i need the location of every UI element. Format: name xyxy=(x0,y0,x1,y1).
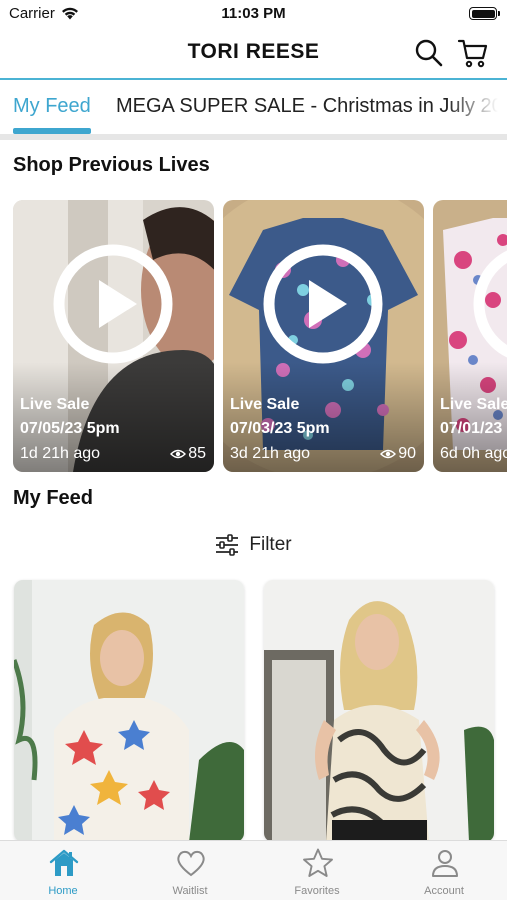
tab-favorites[interactable]: Favorites xyxy=(254,841,380,900)
product-image xyxy=(14,580,244,842)
battery-icon xyxy=(469,7,500,20)
bottom-tab-bar: Home Waitlist Favorites Account xyxy=(0,840,507,900)
live-card[interactable]: Live Sale 07/03/23 5pm 3d 21h ago 90 xyxy=(223,200,424,472)
tab-account-label: Account xyxy=(424,885,464,897)
tab-waitlist[interactable]: Waitlist xyxy=(127,841,253,900)
lives-carousel[interactable]: Live Sale 07/05/23 5pm 1d 21h ago 85 Liv… xyxy=(13,200,507,472)
tab-mega-super-sale[interactable]: MEGA SUPER SALE - Christmas in July 2023 xyxy=(116,95,507,118)
tab-home-label: Home xyxy=(48,885,78,897)
filter-sliders-icon xyxy=(216,534,239,556)
filter-label: Filter xyxy=(249,534,292,555)
product-card[interactable] xyxy=(14,580,244,842)
eye-icon xyxy=(170,449,187,459)
view-count-value: 90 xyxy=(398,445,416,462)
live-ago: 3d 21h ago xyxy=(230,445,311,462)
live-label: Live Sale xyxy=(230,396,300,413)
feed-tabs: My Feed MEGA SUPER SALE - Christmas in J… xyxy=(0,80,507,136)
view-count: 90 xyxy=(380,445,416,463)
app-header: TORI REESE xyxy=(0,28,507,78)
clock: 11:03 PM xyxy=(221,5,286,22)
product-card[interactable] xyxy=(264,580,494,842)
star-icon xyxy=(303,848,333,877)
play-icon[interactable] xyxy=(52,243,174,365)
live-label: Live Sale xyxy=(440,396,507,413)
status-bar: Carrier 11:03 PM xyxy=(0,0,507,28)
home-icon xyxy=(49,849,79,876)
tab-account[interactable]: Account xyxy=(381,841,507,900)
live-date: 07/01/23 xyxy=(440,420,503,437)
feed-section-title: My Feed xyxy=(13,487,94,509)
live-card[interactable]: Live Sale 07/05/23 5pm 1d 21h ago 85 xyxy=(13,200,214,472)
play-icon[interactable] xyxy=(472,243,507,365)
live-date: 07/05/23 5pm xyxy=(20,420,120,437)
product-image xyxy=(264,580,494,842)
person-icon xyxy=(432,850,458,877)
filter-button[interactable]: Filter xyxy=(0,534,507,556)
play-icon[interactable] xyxy=(262,243,384,365)
tab-home[interactable]: Home xyxy=(0,841,126,900)
tabs-divider xyxy=(0,134,507,140)
cart-icon[interactable] xyxy=(457,37,489,69)
live-card[interactable]: Live Sale 07/01/23 6d 0h ago xyxy=(433,200,507,472)
live-date: 07/03/23 5pm xyxy=(230,420,330,437)
lives-section-title: Shop Previous Lives xyxy=(13,154,210,176)
search-icon[interactable] xyxy=(413,37,445,69)
view-count-value: 85 xyxy=(188,445,206,462)
tab-waitlist-label: Waitlist xyxy=(172,885,208,897)
tab-my-feed[interactable]: My Feed xyxy=(13,95,91,118)
heart-icon xyxy=(177,850,205,877)
live-ago: 1d 21h ago xyxy=(20,445,101,462)
tab-favorites-label: Favorites xyxy=(294,885,340,897)
live-ago: 6d 0h ago xyxy=(440,445,507,462)
view-count: 85 xyxy=(170,445,206,463)
live-label: Live Sale xyxy=(20,396,90,413)
eye-icon xyxy=(380,449,397,459)
